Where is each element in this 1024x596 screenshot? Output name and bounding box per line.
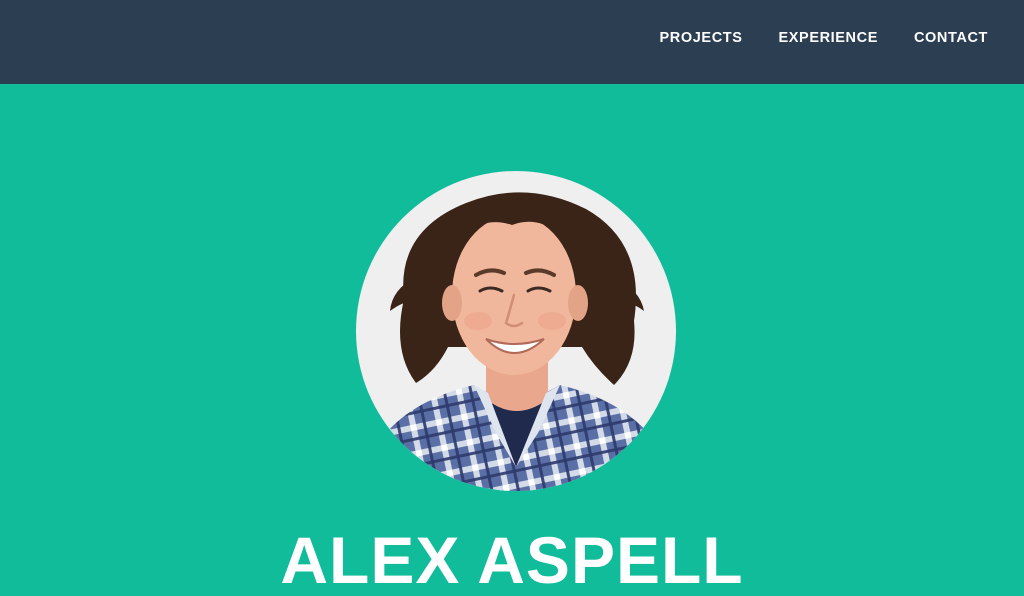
hero-section: ALEX ASPELL (0, 84, 1024, 596)
nav-link-contact[interactable]: CONTACT (914, 30, 988, 46)
nav-link-experience[interactable]: EXPERIENCE (779, 30, 878, 46)
navbar: PROJECTS EXPERIENCE CONTACT (0, 0, 1024, 84)
nav-link-projects[interactable]: PROJECTS (660, 30, 743, 46)
page: PROJECTS EXPERIENCE CONTACT ALEX ASPELL (0, 0, 1024, 596)
nav-links: PROJECTS EXPERIENCE CONTACT (660, 0, 988, 76)
hero-name: ALEX ASPELL (280, 523, 744, 596)
profile-photo-image (356, 171, 676, 491)
profile-photo (356, 171, 676, 491)
